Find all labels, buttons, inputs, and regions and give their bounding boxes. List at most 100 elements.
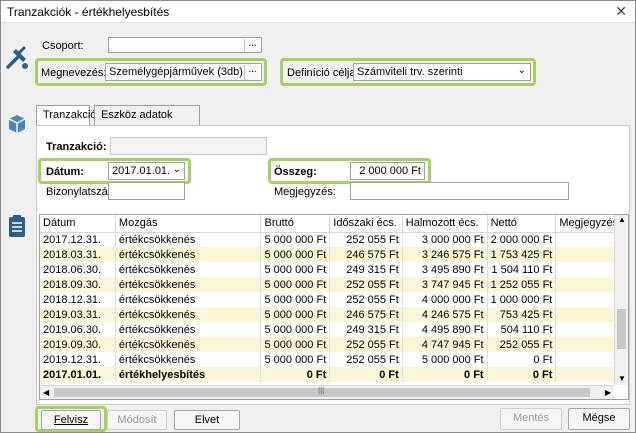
table-cell: 252 055 Ft xyxy=(329,277,403,292)
window-title: Tranzakciók - értékhelyesbítés xyxy=(7,5,170,19)
table-cell: 249 315 Ft xyxy=(329,262,403,277)
table-row[interactable]: 2018.09.30. értékcsökkenés 5 000 000 Ft 252… xyxy=(40,277,628,292)
table-cell: értékcsökkenés xyxy=(115,292,262,307)
table-cell: 252 055 Ft xyxy=(487,337,557,352)
megnevezes-input[interactable]: Személygépjárművek (3db) ... xyxy=(105,63,262,81)
table-cell: 5 000 000 Ft xyxy=(260,307,331,322)
bizonylatszam-input[interactable] xyxy=(108,182,185,200)
column-header[interactable]: Mozgás xyxy=(115,215,262,233)
tranzakcio-input[interactable] xyxy=(110,137,267,155)
osszeg-input[interactable]: 2 000 000 Ft xyxy=(350,162,425,180)
table-cell: 1 504 110 Ft xyxy=(487,262,557,277)
table-row[interactable]: 2019.06.30. értékcsökkenés 5 000 000 Ft 249… xyxy=(40,322,628,337)
box-icon[interactable] xyxy=(5,111,29,137)
vertical-scroll-thumb[interactable] xyxy=(617,309,626,349)
table-row[interactable]: 2019.03.31. értékcsökkenés 5 000 000 Ft 246… xyxy=(40,307,628,322)
column-header[interactable]: Dátum xyxy=(40,215,116,233)
calendar-dropdown-icon[interactable]: ⌄ xyxy=(173,164,181,175)
tranzakcio-label: Tranzakció: xyxy=(46,141,107,153)
table-cell: 246 575 Ft xyxy=(329,307,403,322)
scroll-up-icon[interactable]: ▲ xyxy=(618,215,626,224)
column-header[interactable]: Nettó xyxy=(487,215,557,233)
datum-label: Dátum: xyxy=(46,166,84,178)
tools-icon[interactable] xyxy=(5,45,29,71)
table-cell: 249 315 Ft xyxy=(329,322,403,337)
table-cell: értékcsökkenés xyxy=(115,352,262,367)
table-cell: 5 000 000 Ft xyxy=(260,232,331,247)
table-cell: 2019.09.30. xyxy=(40,337,116,352)
table-cell: 5 000 000 Ft xyxy=(260,337,331,352)
clipboard-icon[interactable] xyxy=(5,213,29,239)
datum-date-picker[interactable]: 2017.01.01. ⌄ xyxy=(108,162,185,180)
column-header[interactable]: Halmozott écs. xyxy=(402,215,488,233)
table-cell: 5 000 000 Ft xyxy=(260,322,331,337)
title-bar: Tranzakciók - értékhelyesbítés ✕ xyxy=(1,1,635,23)
table-cell: 3 747 945 Ft xyxy=(402,277,488,292)
close-icon[interactable]: ✕ xyxy=(615,3,627,20)
tab-tranzakcio[interactable]: Tranzakció xyxy=(36,105,96,126)
megnevezes-browse-button[interactable]: ... xyxy=(244,65,260,80)
felvisz-button[interactable]: Felvisz xyxy=(41,410,101,430)
table-cell: értékcsökkenés xyxy=(115,307,262,322)
table-row[interactable]: 2018.03.31. értékcsökkenés 5 000 000 Ft 246… xyxy=(40,247,628,262)
table-cell: 2017.01.01. xyxy=(40,367,116,382)
table-cell: 1 000 000 Ft xyxy=(487,292,557,307)
megse-button[interactable]: Mégse xyxy=(568,408,630,430)
table-cell: értékcsökkenés xyxy=(115,247,262,262)
table-cell: értékcsökkenés xyxy=(115,232,262,247)
definicio-label: Definíció célja: xyxy=(287,67,359,79)
elvet-button[interactable]: Elvet xyxy=(174,410,240,430)
table-row[interactable]: 2017.01.01. értékhelyesbítés 0 Ft 0 Ft 0 Ft 0… xyxy=(40,367,628,382)
table-cell: 2 000 000 Ft xyxy=(487,232,557,247)
definicio-value: Számviteli trv. szerinti xyxy=(357,66,463,78)
table-cell: 252 055 Ft xyxy=(329,232,403,247)
chevron-down-icon[interactable]: ⌄ xyxy=(518,65,526,76)
csoport-browse-button[interactable]: ... xyxy=(244,39,260,52)
scroll-down-icon[interactable]: ▼ xyxy=(618,374,626,383)
vertical-scrollbar[interactable]: ▲ ▼ xyxy=(614,215,628,385)
table-cell: 3 495 890 Ft xyxy=(402,262,488,277)
table-row[interactable]: 2018.06.30. értékcsökkenés 5 000 000 Ft 249… xyxy=(40,262,628,277)
transaction-grid[interactable]: Dátum Mozgás Bruttó Időszaki écs. Halmozott … xyxy=(39,214,629,400)
elvet-label: Elvet xyxy=(194,414,220,426)
table-cell: 0 Ft xyxy=(329,367,403,382)
column-header[interactable]: Bruttó xyxy=(260,215,331,233)
tab-eszkoz-adatok[interactable]: Eszköz adatok xyxy=(94,105,200,125)
mentes-button[interactable]: Mentés xyxy=(500,408,562,430)
horizontal-scrollbar[interactable]: ◀ ||| ▶ xyxy=(40,385,614,399)
scroll-left-icon[interactable]: ◀ xyxy=(43,388,49,397)
table-cell: 252 055 Ft xyxy=(329,337,403,352)
table-row[interactable]: 2018.12.31. értékcsökkenés 5 000 000 Ft 252… xyxy=(40,292,628,307)
table-cell: 3 000 000 Ft xyxy=(402,232,488,247)
felvisz-label: Felvisz xyxy=(53,414,89,426)
grid-header-row: Dátum Mozgás Bruttó Időszaki écs. Halmozott … xyxy=(40,215,628,233)
table-cell: 2019.06.30. xyxy=(40,322,116,337)
horizontal-scroll-thumb[interactable]: ||| xyxy=(54,386,590,397)
csoport-input[interactable]: ... xyxy=(108,37,262,53)
megjegyzes-input[interactable] xyxy=(350,182,569,200)
dialog-window: Tranzakciók - értékhelyesbítés ✕ Csoport… xyxy=(0,0,636,433)
table-cell: 2018.06.30. xyxy=(40,262,116,277)
table-cell: 2018.03.31. xyxy=(40,247,116,262)
table-cell: 2019.12.31. xyxy=(40,352,116,367)
table-cell: 4 495 890 Ft xyxy=(402,322,488,337)
column-header[interactable]: Időszaki écs. xyxy=(329,215,403,233)
table-cell: 246 575 Ft xyxy=(329,247,403,262)
megjegyzes-label: Megjegyzés: xyxy=(274,186,336,198)
table-row[interactable]: 2019.09.30. értékcsökkenés 5 000 000 Ft 252… xyxy=(40,337,628,352)
table-cell: 0 Ft xyxy=(487,367,557,382)
modosit-button[interactable]: Módosít xyxy=(107,410,167,430)
csoport-label: Csoport: xyxy=(42,40,84,52)
table-row[interactable]: 2017.12.31. értékcsökkenés 5 000 000 Ft 252… xyxy=(40,232,628,247)
table-row[interactable]: 2019.12.31. értékcsökkenés 5 000 000 Ft 252… xyxy=(40,352,628,367)
table-cell: 5 000 000 Ft xyxy=(260,352,331,367)
scroll-right-icon[interactable]: ▶ xyxy=(605,388,611,397)
table-cell: 4 000 000 Ft xyxy=(402,292,488,307)
table-cell: 3 246 575 Ft xyxy=(402,247,488,262)
table-cell: 504 110 Ft xyxy=(487,322,557,337)
table-cell: értékcsökkenés xyxy=(115,277,262,292)
definicio-select[interactable]: Számviteli trv. szerinti ⌄ xyxy=(353,63,531,81)
table-cell: 252 055 Ft xyxy=(329,352,403,367)
table-cell: 5 000 000 Ft xyxy=(260,247,331,262)
megnevezes-value: Személygépjárművek (3db) xyxy=(109,66,243,78)
